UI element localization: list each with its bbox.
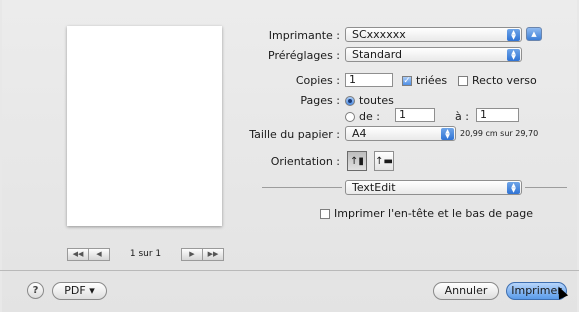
landscape-icon: ↑▬ xyxy=(375,155,393,167)
help-button[interactable]: ? xyxy=(27,282,44,299)
presets-value: Standard xyxy=(352,48,403,61)
paper-size-label: Taille du papier : xyxy=(249,128,340,141)
cancel-button[interactable]: Annuler xyxy=(433,282,499,300)
popup-arrows-icon: ▲ ▼ xyxy=(507,182,520,194)
page-indicator: 1 sur 1 xyxy=(129,249,162,259)
collated-label: triées xyxy=(416,74,448,87)
separator-left xyxy=(262,187,342,188)
pdf-button[interactable]: PDF ▾ xyxy=(52,282,107,300)
paper-dimensions: 20,99 cm sur 29,70 xyxy=(460,129,539,138)
popup-arrows-icon: ▲ ▼ xyxy=(507,49,520,61)
printer-label: Imprimante : xyxy=(268,29,340,42)
separator-right xyxy=(525,187,567,188)
disclosure-button[interactable]: ▲ xyxy=(526,27,542,41)
first-page-button[interactable]: ◀◀ xyxy=(67,247,89,261)
pages-from-label: de : xyxy=(359,110,380,123)
duplex-checkbox[interactable]: Recto verso xyxy=(458,74,537,87)
header-footer-label: Imprimer l'en-tête et le bas de page xyxy=(334,207,534,220)
last-page-button[interactable]: ▶▶ xyxy=(203,247,224,261)
radio-icon xyxy=(345,111,355,122)
next-page-button[interactable]: ▶ xyxy=(181,247,203,261)
checkmark-icon: ✓ xyxy=(402,75,412,86)
prev-page-button[interactable]: ◀ xyxy=(89,247,110,261)
orientation-portrait-button[interactable]: ↑▮ xyxy=(347,151,367,171)
copies-label: Copies : xyxy=(295,74,340,87)
pages-all-radio[interactable]: toutes xyxy=(345,94,394,107)
pages-range-radio[interactable]: de : xyxy=(345,110,380,123)
radio-selected-icon xyxy=(345,95,355,106)
copies-field[interactable]: 1 xyxy=(345,73,393,87)
orientation-landscape-button[interactable]: ↑▬ xyxy=(374,151,394,171)
pages-all-label: toutes xyxy=(359,94,394,107)
preview-pager: ◀◀ ◀ 1 sur 1 ▶ ▶▶ xyxy=(67,247,224,261)
app-panel-popup[interactable]: TextEdit ▲ ▼ xyxy=(345,180,522,195)
footer-divider xyxy=(0,270,579,271)
pages-to-label: à : xyxy=(455,110,469,123)
disclosure-arrow-icon: ▲ xyxy=(531,30,537,38)
paper-size-popup[interactable]: A4 ▲ ▼ xyxy=(345,126,456,141)
portrait-icon: ↑▮ xyxy=(350,155,364,167)
popup-arrows-icon: ▲ ▼ xyxy=(507,29,520,41)
printer-popup[interactable]: SCxxxxxx ▲ ▼ xyxy=(345,27,522,42)
pages-from-field[interactable]: 1 xyxy=(395,108,435,122)
duplex-label: Recto verso xyxy=(472,74,537,87)
checkbox-icon xyxy=(458,75,468,86)
collated-checkbox[interactable]: ✓ triées xyxy=(402,74,447,87)
printer-value: SCxxxxxx xyxy=(352,28,406,41)
pages-label: Pages : xyxy=(300,94,340,107)
pages-to-field[interactable]: 1 xyxy=(476,108,519,122)
orientation-label: Orientation : xyxy=(270,155,340,168)
popup-arrows-icon: ▲ ▼ xyxy=(441,128,454,140)
presets-popup[interactable]: Standard ▲ ▼ xyxy=(345,47,522,62)
presets-label: Préréglages : xyxy=(268,49,340,62)
help-icon: ? xyxy=(32,285,39,296)
header-footer-checkbox[interactable]: Imprimer l'en-tête et le bas de page xyxy=(320,207,533,220)
paper-size-value: A4 xyxy=(352,127,367,140)
print-dialog: ◀◀ ◀ 1 sur 1 ▶ ▶▶ Imprimante : SCxxxxxx … xyxy=(0,0,579,312)
page-preview xyxy=(67,26,222,226)
checkbox-icon xyxy=(320,208,330,219)
app-panel-value: TextEdit xyxy=(352,181,396,194)
